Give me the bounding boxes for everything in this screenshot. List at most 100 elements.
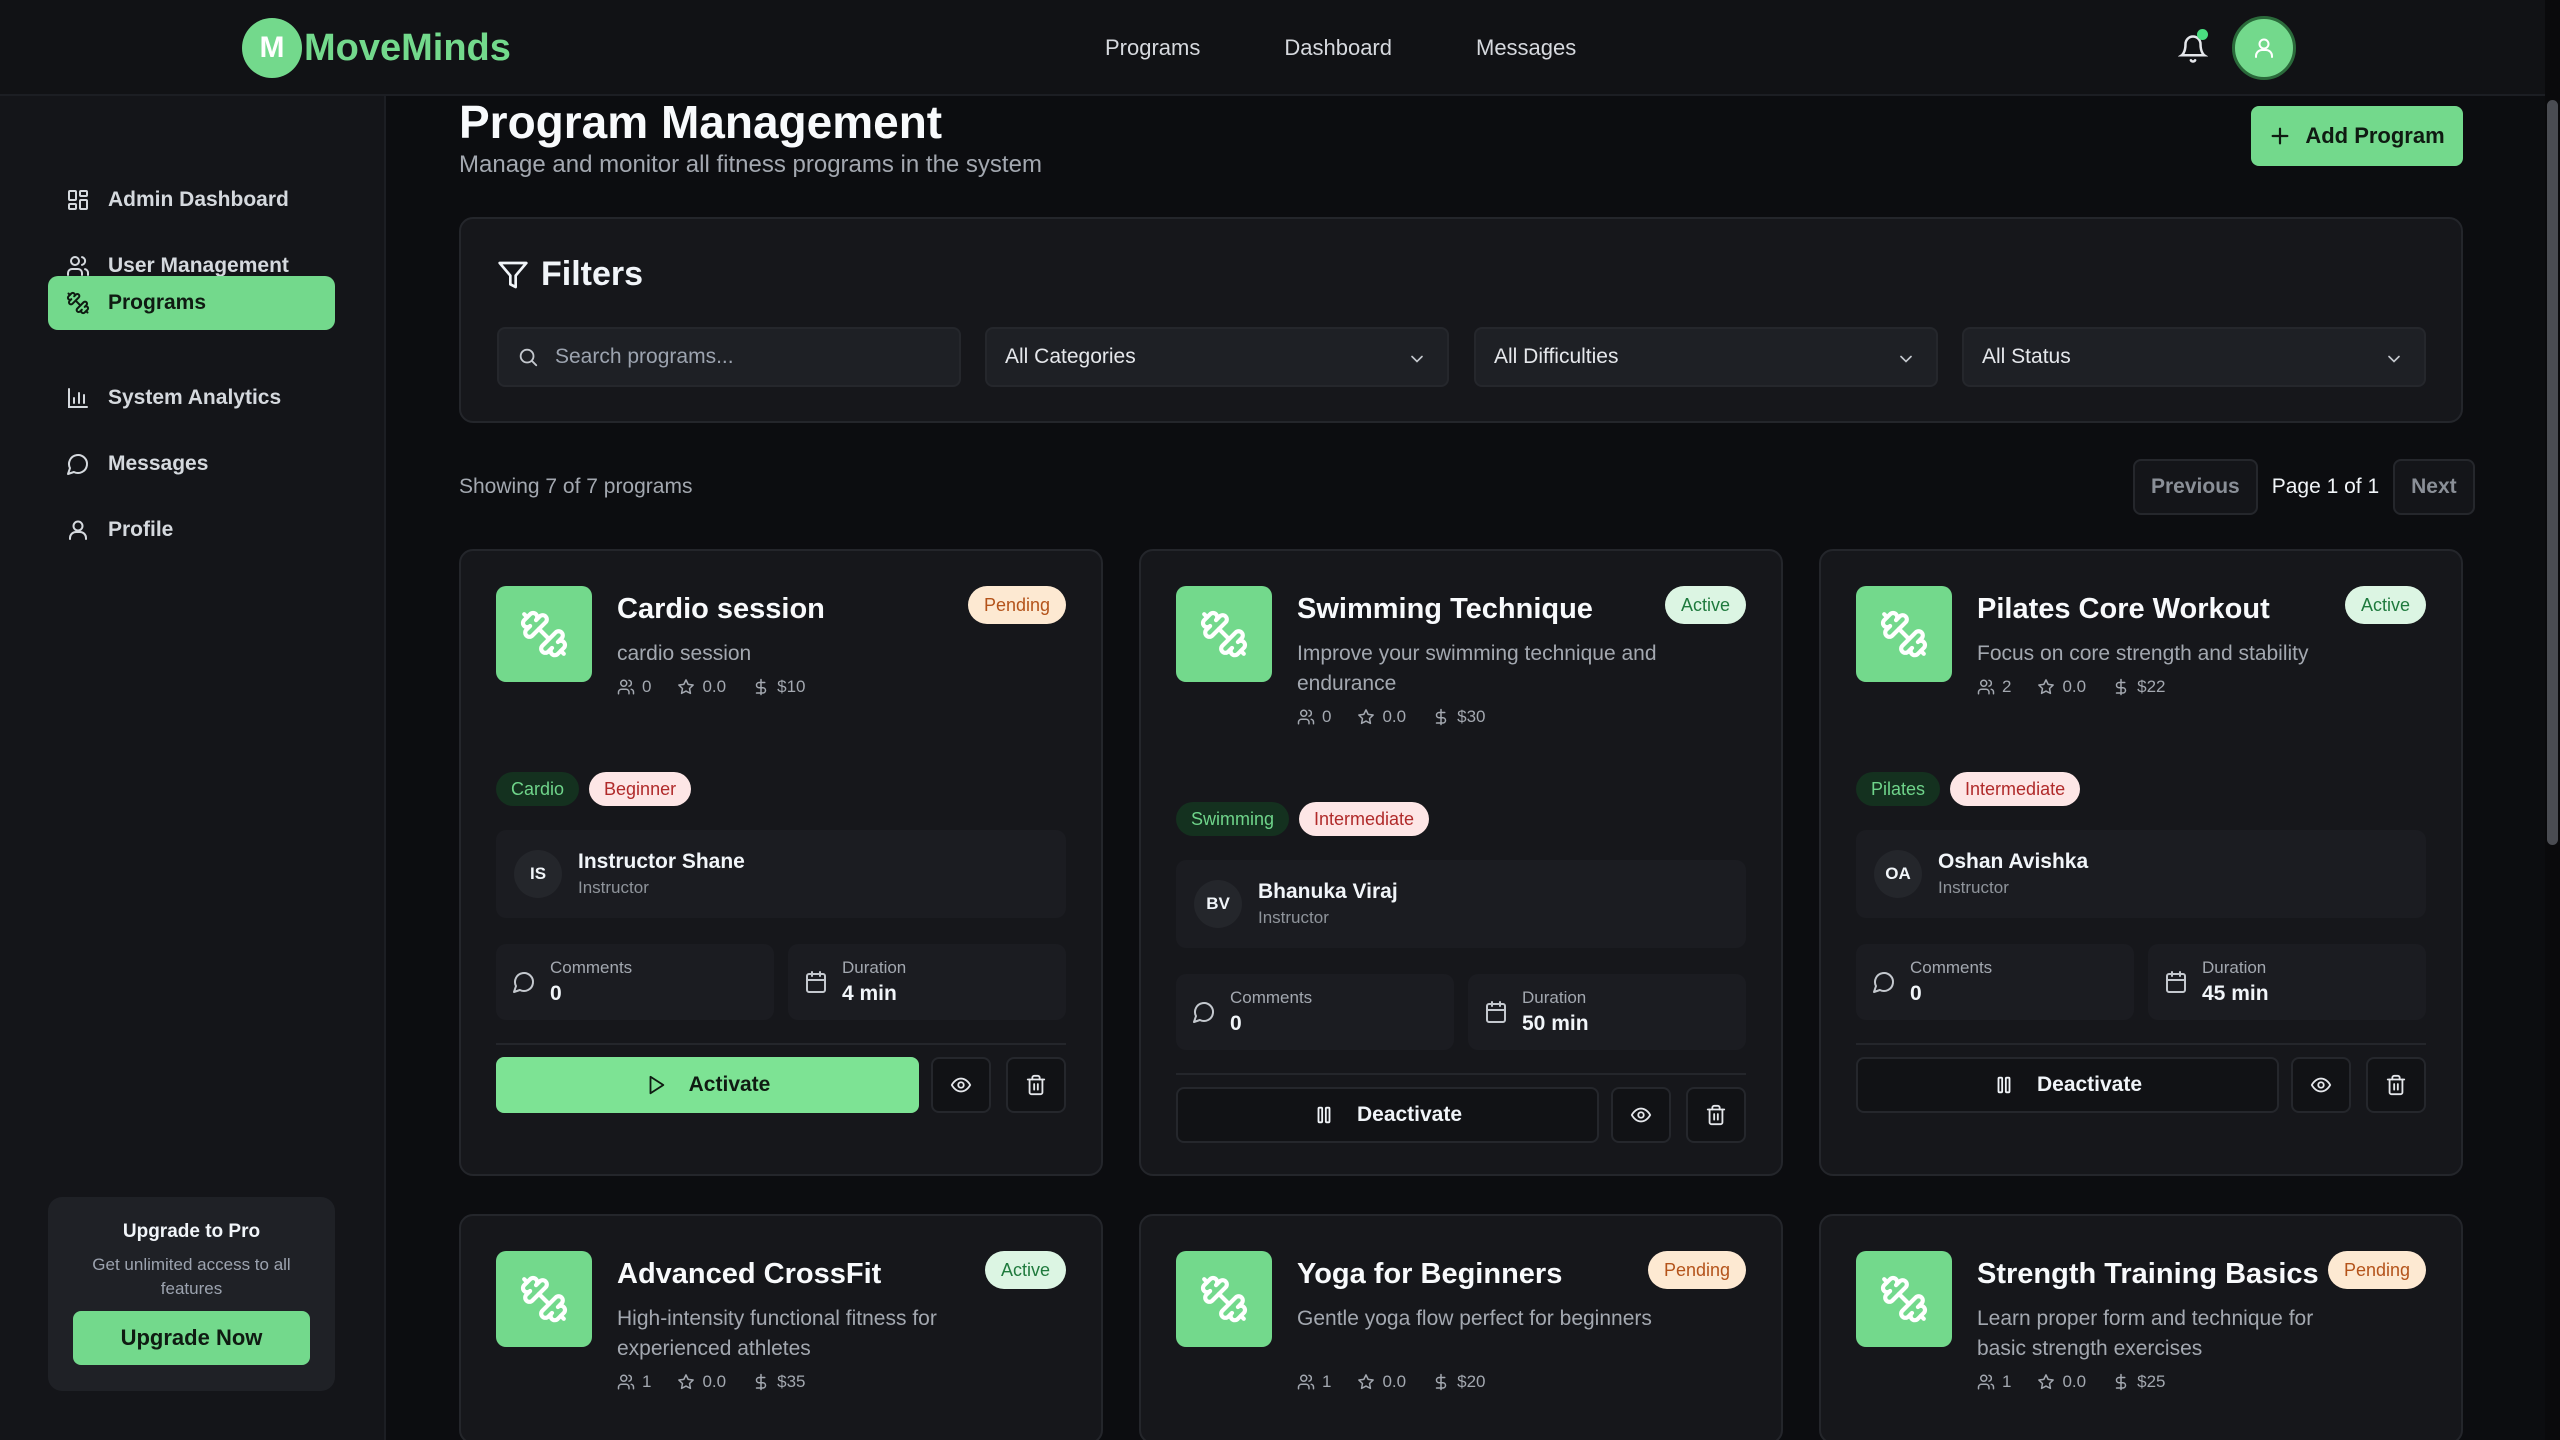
duration-label: Duration: [1522, 988, 1587, 1007]
program-card: Yoga for Beginners Gentle yoga flow perf…: [1139, 1214, 1783, 1440]
difficulty-select[interactable]: All Difficulties: [1474, 327, 1938, 387]
trash-icon: [1025, 1074, 1047, 1096]
activate-button[interactable]: Activate: [496, 1057, 919, 1113]
view-button[interactable]: [1611, 1087, 1671, 1143]
dumbbell-icon: [1199, 1274, 1249, 1324]
comments-box: Comments 0: [1176, 974, 1454, 1050]
upgrade-title: Upgrade to Pro: [122, 1221, 261, 1242]
message-icon: [512, 970, 536, 994]
status-badge: Active: [984, 1251, 1066, 1289]
deactivate-button[interactable]: Deactivate: [1856, 1057, 2279, 1113]
sidebar-item-label: User Management: [108, 254, 289, 277]
program-card: Pilates Core Workout Focus on core stren…: [1819, 549, 2463, 1176]
nav-link-programs[interactable]: Programs: [1105, 35, 1200, 61]
pause-icon: [1313, 1104, 1335, 1126]
program-thumbnail: [1856, 1251, 1952, 1347]
program-card: Strength Training Basics Learn proper fo…: [1819, 1214, 2463, 1440]
program-description: Focus on core strength and stability: [1977, 642, 2309, 665]
category-tag: Pilates: [1856, 772, 1941, 806]
duration-value: 4 min: [842, 982, 897, 1005]
view-button[interactable]: [931, 1057, 991, 1113]
add-program-button[interactable]: Add Program: [2251, 106, 2463, 166]
category-tag: Swimming: [1176, 802, 1290, 836]
message-icon: [1872, 970, 1896, 994]
duration-box: Duration 50 min: [1468, 974, 1746, 1050]
sidebar-item-messages[interactable]: Messages: [48, 437, 335, 491]
program-title: Strength Training Basics: [1977, 1258, 2319, 1290]
scrollbar-thumb[interactable]: [2547, 100, 2558, 845]
price-value: $25: [2137, 1372, 2166, 1391]
price-value: $22: [2137, 677, 2166, 696]
program-card: Cardio session cardio session 0 0.0 $10 …: [459, 549, 1103, 1176]
message-icon: [66, 452, 90, 476]
program-title: Cardio session: [617, 593, 825, 625]
comments-count: 0: [550, 982, 562, 1005]
sidebar-item-label: System Analytics: [108, 386, 282, 409]
participants-count: 1: [1322, 1372, 1332, 1391]
sidebar-item-label: Profile: [108, 518, 174, 541]
next-page-button[interactable]: Next: [2393, 459, 2475, 515]
dashboard-grid-icon: [68, 190, 88, 210]
app-logo[interactable]: M MoveMinds: [242, 18, 511, 78]
card-divider: [496, 1043, 1066, 1045]
duration-value: 45 min: [2202, 982, 2269, 1005]
delete-button[interactable]: [2366, 1057, 2426, 1113]
sidebar-item-system-analytics[interactable]: System Analytics: [48, 371, 335, 425]
upgrade-now-button[interactable]: Upgrade Now: [73, 1311, 310, 1365]
program-tags: Pilates Intermediate: [1856, 772, 2081, 806]
program-description: Improve your swimming technique and endu…: [1297, 642, 1657, 695]
page-indicator: Page 1 of 1: [2271, 475, 2380, 498]
program-title: Advanced CrossFit: [617, 1258, 882, 1290]
view-button[interactable]: [2291, 1057, 2351, 1113]
program-card: Advanced CrossFit High-intensity functio…: [459, 1214, 1103, 1440]
user-avatar-button[interactable]: [2232, 16, 2296, 80]
deactivate-button[interactable]: Deactivate: [1176, 1087, 1599, 1143]
duration-box: Duration 4 min: [788, 944, 1066, 1020]
sidebar-item-profile[interactable]: Profile: [48, 503, 335, 557]
comments-label: Comments: [1910, 958, 1993, 977]
notification-dot: [2197, 29, 2208, 40]
star-icon: [677, 1373, 695, 1391]
sidebar-item-label: Programs: [108, 291, 207, 314]
nav-link-messages[interactable]: Messages: [1476, 35, 1576, 61]
filters-heading: Filters: [497, 255, 643, 294]
instructor-role: Instructor: [1258, 908, 1329, 927]
instructor-name: Bhanuka Viraj: [1258, 880, 1398, 903]
comments-box: Comments 0: [496, 944, 774, 1020]
participants-count: 1: [2002, 1372, 2012, 1391]
delete-button[interactable]: [1006, 1057, 1066, 1113]
comments-label: Comments: [550, 958, 633, 977]
sidebar-item-admin-dashboard[interactable]: Admin Dashboard: [48, 173, 335, 227]
upgrade-card: Upgrade to Pro Get unlimited access to a…: [48, 1197, 335, 1391]
duration-box: Duration 45 min: [2148, 944, 2426, 1020]
pagination: Previous Page 1 of 1 Next: [2133, 459, 2475, 515]
users-icon: [1297, 1373, 1315, 1391]
duration-label: Duration: [842, 958, 907, 977]
calendar-icon: [804, 970, 828, 994]
eye-icon: [1630, 1104, 1652, 1126]
sidebar-item-programs[interactable]: Programs: [48, 276, 335, 330]
search-input[interactable]: [555, 345, 935, 369]
top-navbar: M MoveMinds Programs Dashboard Messages: [0, 0, 2545, 96]
rating-value: 0.0: [1382, 707, 1407, 726]
page-title: Program Management: [459, 96, 943, 148]
delete-button[interactable]: [1686, 1087, 1746, 1143]
search-field[interactable]: [497, 327, 961, 387]
difficulty-select-value: All Difficulties: [1494, 345, 1619, 368]
user-icon: [66, 518, 90, 542]
card-divider: [1176, 1073, 1746, 1075]
category-select[interactable]: All Categories: [985, 327, 1449, 387]
program-tags: Swimming Intermediate: [1176, 802, 1430, 836]
rating-value: 0.0: [1382, 1372, 1407, 1391]
instructor-avatar: BV: [1194, 880, 1242, 928]
instructor-avatar: IS: [514, 850, 562, 898]
participants-count: 1: [642, 1372, 652, 1391]
status-select[interactable]: All Status: [1962, 327, 2426, 387]
previous-page-button[interactable]: Previous: [2133, 459, 2258, 515]
activate-label: Activate: [688, 1073, 771, 1096]
difficulty-tag: Intermediate: [1299, 802, 1430, 836]
rating-value: 0.0: [702, 677, 727, 696]
filters-panel: Filters All Categories All Difficulties …: [459, 217, 2463, 423]
star-icon: [1357, 708, 1375, 726]
nav-link-dashboard[interactable]: Dashboard: [1284, 35, 1392, 61]
